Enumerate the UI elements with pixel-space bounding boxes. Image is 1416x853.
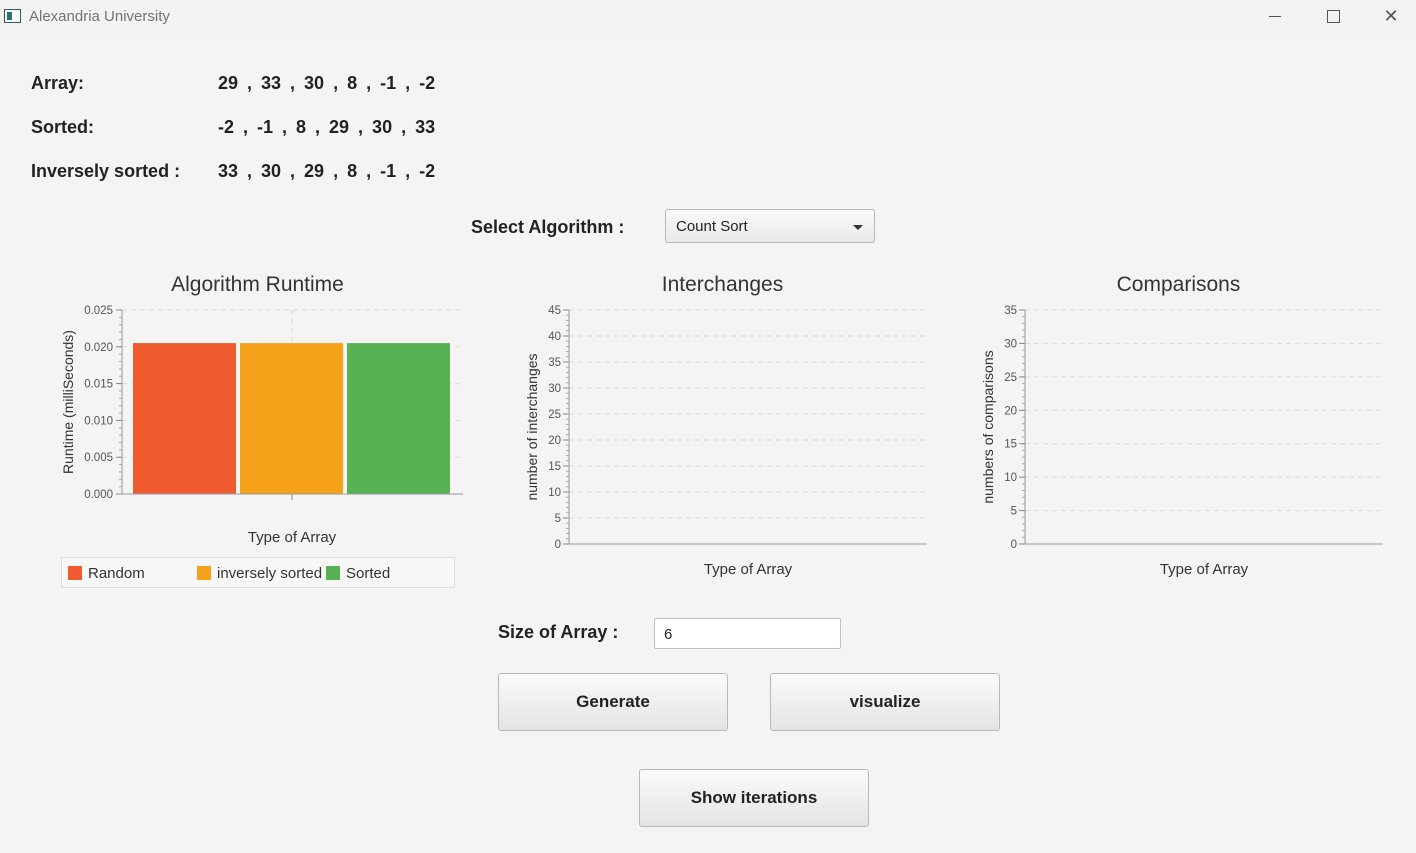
y-tick-label: 0.025 xyxy=(84,305,113,317)
y-axis-label: numbers of comparisons xyxy=(980,350,996,503)
legend-swatch-inversely-sorted xyxy=(197,566,211,580)
y-tick-label: 40 xyxy=(548,331,561,343)
size-of-array-label: Size of Array : xyxy=(498,622,619,642)
y-tick-label: 45 xyxy=(548,305,561,317)
y-tick-label: 0 xyxy=(555,539,561,551)
y-tick-label: 15 xyxy=(1004,439,1017,451)
y-tick-label: 5 xyxy=(555,513,561,525)
runtime-legend: Random inversely sorted Sorted xyxy=(61,557,455,588)
y-tick-label: 35 xyxy=(548,357,561,369)
y-tick-label: 5 xyxy=(1011,506,1017,518)
y-tick-label: 10 xyxy=(1004,472,1017,484)
legend-swatch-random xyxy=(68,566,82,580)
x-axis-label: Type of Array xyxy=(1160,561,1249,578)
bar-sorted xyxy=(347,343,450,494)
y-axis-label: Runtime (milliSeconds) xyxy=(60,330,76,474)
y-axis-label: number of interchanges xyxy=(524,353,540,500)
bar-inversely-sorted xyxy=(240,343,343,494)
y-tick-label: 30 xyxy=(1004,338,1017,350)
x-axis-label: Type of Array xyxy=(704,561,793,578)
y-tick-label: 35 xyxy=(1004,305,1017,317)
legend-random: Random xyxy=(68,565,145,582)
y-tick-label: 20 xyxy=(548,435,561,447)
legend-swatch-sorted xyxy=(326,566,340,580)
legend-sorted: Sorted xyxy=(326,565,390,582)
x-axis-label: Type of Array xyxy=(248,529,337,546)
legend-label-random: Random xyxy=(88,565,145,582)
y-tick-label: 0.020 xyxy=(84,342,113,354)
y-tick-label: 20 xyxy=(1004,405,1017,417)
generate-button[interactable]: Generate xyxy=(498,673,728,731)
y-tick-label: 0 xyxy=(1011,539,1017,551)
y-tick-label: 0.000 xyxy=(84,489,113,501)
y-tick-label: 30 xyxy=(548,383,561,395)
y-tick-label: 0.010 xyxy=(84,415,113,427)
y-tick-label: 0.005 xyxy=(84,452,113,464)
legend-label-sorted: Sorted xyxy=(346,565,391,582)
y-tick-label: 10 xyxy=(548,487,561,499)
visualize-button[interactable]: visualize xyxy=(770,673,1000,731)
y-tick-label: 25 xyxy=(1004,372,1017,384)
y-tick-label: 15 xyxy=(548,461,561,473)
legend-inversely-sorted: inversely sorted xyxy=(197,565,322,582)
y-tick-label: 0.015 xyxy=(84,379,113,391)
show-iterations-button[interactable]: Show iterations xyxy=(639,769,869,827)
legend-label-inversely-sorted: inversely sorted xyxy=(217,565,323,582)
bar-random xyxy=(133,343,236,494)
y-tick-label: 25 xyxy=(548,409,561,421)
array-size-input[interactable]: 6 xyxy=(654,618,841,649)
